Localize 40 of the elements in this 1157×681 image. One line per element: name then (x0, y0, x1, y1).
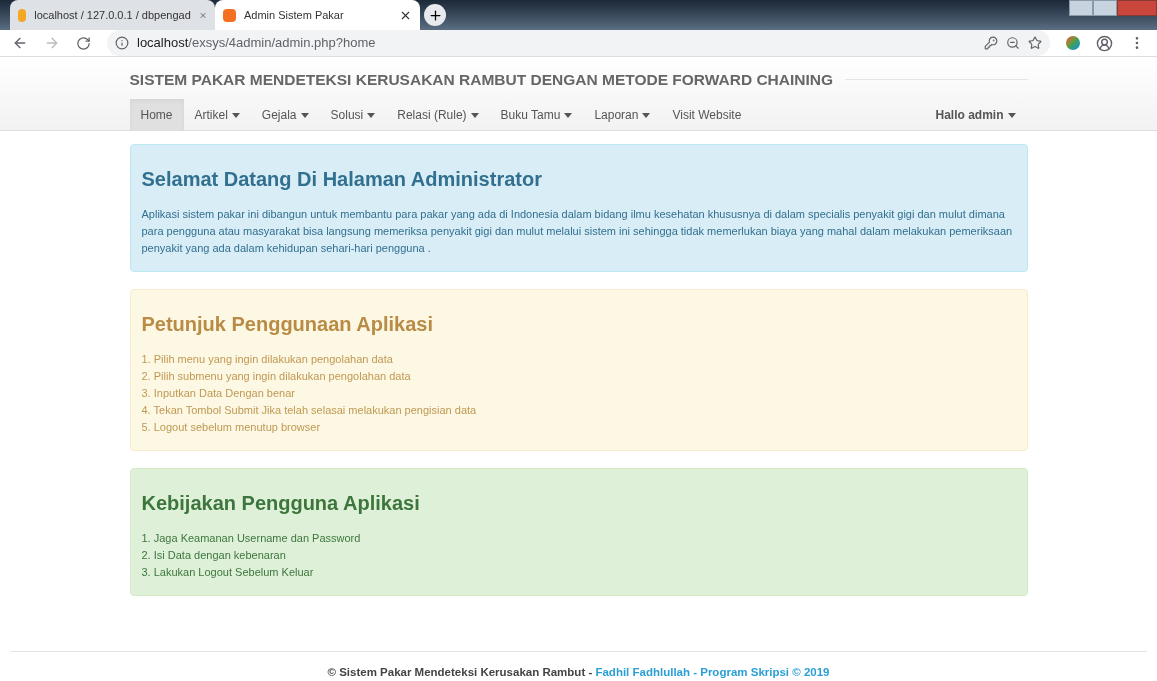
extension-icon[interactable] (1066, 36, 1080, 50)
browser-tab[interactable]: localhost / 127.0.0.1 / dbpengad (10, 0, 215, 30)
new-tab-button[interactable] (424, 4, 446, 26)
site-title: SISTEM PAKAR MENDETEKSI KERUSAKAN RAMBUT DENGAN METODE FORWARD CHAINING (129, 70, 834, 90)
nav-item[interactable]: Gejala (250, 99, 320, 132)
info-icon (115, 36, 129, 50)
nav-item[interactable]: Relasi (Rule) (386, 99, 490, 132)
footer-text: © Sistem Pakar Mendeteksi Kerusakan Rambut - (327, 665, 594, 680)
nav-item[interactable]: Solusi (319, 99, 387, 132)
user-menu[interactable]: Hallo admin (923, 106, 1028, 125)
panel-text: 3. Lakukan Logout Sebelum Keluar (141, 565, 315, 580)
plus-icon (427, 7, 443, 23)
nav-item[interactable]: Buku Tamu (489, 99, 584, 132)
star-icon[interactable] (1028, 36, 1042, 50)
panel-text: Aplikasi sistem pakar ini dibangun untuk membantu para pakar yang ada di Indonesia dalam bidang ilmu kesehatan khususnya di dalam specialis penyakit gigi dan mulut dimana para pengguna atau masyarakat bisa langsung memeriksa penyakit gigi dan mulut melalui sistem ini sehingga tidak memerlukan biaya yang mahal dalam melakukan pemeriksaan penyakit yang ada dalam kehidupan sehari-hari pengguna . (141, 207, 1014, 256)
nav-item[interactable]: Visit Website (661, 99, 753, 132)
reload-icon[interactable] (76, 35, 91, 51)
tab-title: localhost / 127.0.0.1 / dbpengad (34, 7, 191, 23)
panel-text: 2. Isi Data dengan kebenaran (141, 548, 287, 563)
panel-heading: Selamat Datang Di Halaman Administrator (141, 167, 543, 192)
nav-item[interactable]: Home (129, 99, 184, 132)
tab-title: Admin Sistem Pakar (244, 7, 345, 23)
panel-heading: Kebijakan Pengguna Aplikasi (141, 491, 421, 516)
panel-text: 1. Jaga Keamanan Username dan Password (141, 531, 362, 546)
address-bar[interactable]: localhost/exsys/4admin/admin.php?home (107, 30, 1050, 56)
panel-text: 4. Tekan Tombol Submit Jika telah selasai melakukan pengisian data (141, 403, 478, 418)
profile-icon[interactable] (1096, 34, 1113, 52)
panel-heading: Petunjuk Penggunaan Aplikasi (141, 312, 435, 337)
panel-text: 2. Pilih submenu yang ingin dilakukan pengolahan data (141, 369, 412, 384)
nav-item[interactable]: Artikel (183, 99, 251, 132)
panel-text: 5. Logout sebelum menutup browser (141, 420, 322, 435)
site-logo-icon (223, 8, 236, 22)
zoom-out-icon[interactable] (1006, 36, 1020, 50)
panel-text: 1. Pilih menu yang ingin dilakukan pengolahan data (141, 352, 394, 367)
panel-text: 3. Inputkan Data Dengan benar (141, 386, 296, 401)
url-text: localhost/exsys/4admin/admin.php?home (137, 34, 377, 53)
browser-tab[interactable]: Admin Sistem Pakar (215, 0, 420, 30)
back-icon[interactable] (12, 35, 28, 51)
nav-item[interactable]: Laporan (583, 99, 662, 132)
key-icon[interactable] (984, 36, 998, 50)
